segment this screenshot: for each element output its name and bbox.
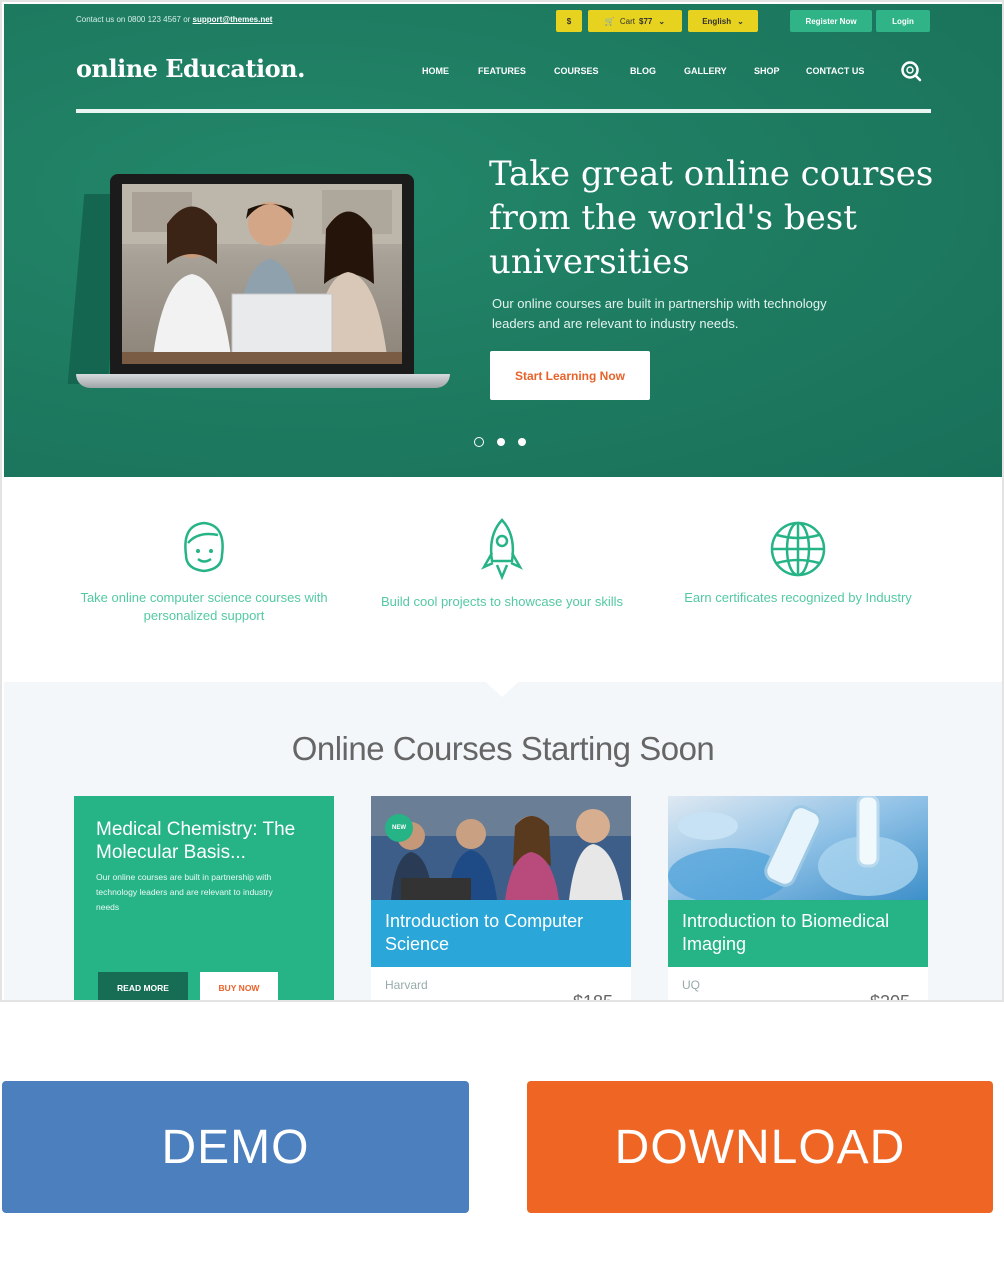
section-notch: [480, 677, 524, 697]
chevron-down-icon: ⌄: [737, 16, 744, 26]
courses-section: Online Courses Starting Soon Medical Che…: [4, 682, 1002, 1002]
laptop-screen: [110, 174, 414, 374]
course-school: UQ: [682, 978, 700, 992]
buy-now-button[interactable]: BUY NOW: [200, 972, 278, 1000]
website-preview: Contact us on 0800 123 4567 or support@t…: [0, 0, 1004, 1002]
nav-item-courses[interactable]: COURSES: [554, 66, 599, 76]
nav-item-gallery[interactable]: GALLERY: [684, 66, 727, 76]
top-bar: Contact us on 0800 123 4567 or support@t…: [4, 4, 1002, 34]
course-price: $185: [572, 992, 613, 1002]
course-title: Introduction to Computer Science: [371, 900, 631, 967]
courses-title: Online Courses Starting Soon: [291, 730, 715, 767]
cart-amount: $77: [639, 16, 653, 26]
laptop-base: [76, 374, 450, 388]
feature-text: Earn certificates recognized by Industry: [684, 590, 912, 605]
carousel-dot-3[interactable]: [518, 438, 526, 446]
contact-info: Contact us on 0800 123 4567 or support@t…: [76, 15, 272, 24]
site-logo[interactable]: online Education.: [76, 54, 305, 83]
course-card[interactable]: Introduction to Biomedical Imaging UQ $2…: [668, 796, 928, 1002]
login-button[interactable]: Login: [876, 10, 930, 32]
course-image: NEW: [371, 796, 631, 900]
carousel-dot-2[interactable]: [497, 438, 505, 446]
course-price: $205: [869, 992, 910, 1002]
nav-item-home[interactable]: HOME: [422, 66, 449, 76]
globe-icon: [770, 521, 826, 577]
rocket-icon: [481, 518, 523, 581]
nav-item-shop[interactable]: SHOP: [754, 66, 780, 76]
nav-item-blog[interactable]: BLOG: [630, 66, 656, 76]
carousel-dots: [474, 437, 526, 447]
cart-icon: 🛒: [604, 16, 615, 26]
feature-item: Take online computer science courses wit…: [64, 517, 344, 625]
search-icon[interactable]: [900, 60, 922, 82]
student-face-icon: [184, 521, 224, 573]
course-title: Introduction to Biomedical Imaging: [668, 900, 928, 967]
featured-course-title: Medical Chemistry: The Molecular Basis..…: [96, 819, 296, 863]
currency-button[interactable]: $: [556, 10, 582, 32]
language-label: English: [702, 16, 732, 26]
featured-course-description: Our online courses are built in partners…: [96, 872, 273, 912]
feature-item: Build cool projects to showcase your ski…: [362, 517, 642, 611]
language-select[interactable]: English ⌄: [688, 10, 758, 32]
course-school: Harvard: [385, 978, 428, 992]
students-photo: [122, 184, 402, 364]
nav-item-contact[interactable]: CONTACT US: [806, 66, 864, 76]
chevron-down-icon: ⌄: [658, 16, 666, 26]
download-button[interactable]: DOWNLOAD: [527, 1081, 993, 1213]
register-button[interactable]: Register Now: [790, 10, 872, 32]
read-more-button[interactable]: READ MORE: [98, 972, 188, 1000]
hero-title: Take great online courses from the world…: [489, 154, 934, 282]
feature-text: Build cool projects to showcase your ski…: [380, 594, 624, 609]
new-badge: NEW: [385, 814, 413, 842]
feature-text: Take online computer science courses wit…: [80, 590, 328, 623]
hero-section: Contact us on 0800 123 4567 or support@t…: [4, 4, 1002, 477]
header-divider: [76, 109, 931, 113]
features-section: Take online computer science courses wit…: [4, 477, 1002, 682]
nav-item-features[interactable]: FEATURES: [478, 66, 526, 76]
hero-subtitle: Our online courses are built in partners…: [492, 296, 827, 331]
laptop-image: [76, 174, 450, 389]
contact-email-link[interactable]: support@themes.net: [193, 15, 273, 24]
demo-button[interactable]: DEMO: [2, 1081, 469, 1213]
start-learning-button[interactable]: Start Learning Now: [490, 351, 650, 400]
cart-button[interactable]: 🛒 Cart $77 ⌄: [588, 10, 682, 32]
cart-label: Cart: [619, 16, 636, 26]
course-card[interactable]: NEW Introduction to Computer Science Har…: [371, 796, 631, 1002]
feature-item: Earn certificates recognized by Industry: [658, 517, 938, 607]
course-image: [668, 796, 928, 900]
contact-text: Contact us on 0800 123 4567 or: [76, 15, 191, 24]
carousel-dot-1[interactable]: [474, 437, 484, 447]
featured-course-card[interactable]: Medical Chemistry: The Molecular Basis..…: [74, 796, 334, 1000]
